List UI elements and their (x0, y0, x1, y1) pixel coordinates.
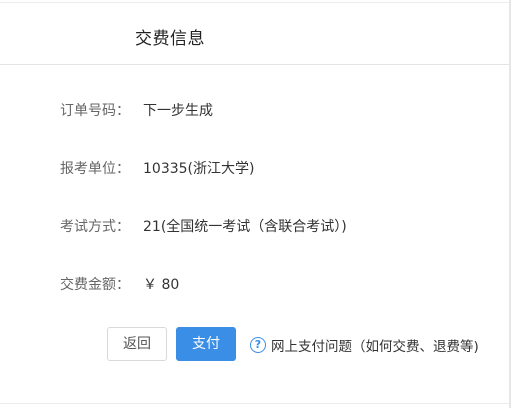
section-title: 交费信息 (135, 29, 205, 49)
payment-help-text: 网上支付问题（如何交费、退费等) (271, 339, 479, 355)
bottom-divider (0, 403, 511, 404)
payment-help-link[interactable]: ? 网上支付问题（如何交费、退费等) (250, 335, 479, 355)
pay-button[interactable]: 支付 (176, 327, 236, 361)
exam-method-label: 考试方式： (60, 219, 130, 235)
fee-amount-label: 交费金额： (60, 277, 130, 293)
payment-info-page: 交费信息 订单号码： 下一步生成 报考单位： 10335(浙江大学) 考试方式：… (0, 0, 511, 408)
fee-amount-value: ￥ 80 (143, 277, 180, 293)
back-button[interactable]: 返回 (107, 327, 167, 361)
exam-unit-value: 10335(浙江大学) (143, 161, 255, 177)
section-header: 交费信息 (0, 3, 509, 65)
order-number-value: 下一步生成 (143, 103, 213, 119)
question-circle-icon: ? (250, 337, 266, 353)
order-number-label: 订单号码： (60, 103, 130, 119)
exam-method-value: 21(全国统一考试（含联合考试）) (143, 219, 347, 235)
exam-unit-label: 报考单位： (60, 161, 130, 177)
